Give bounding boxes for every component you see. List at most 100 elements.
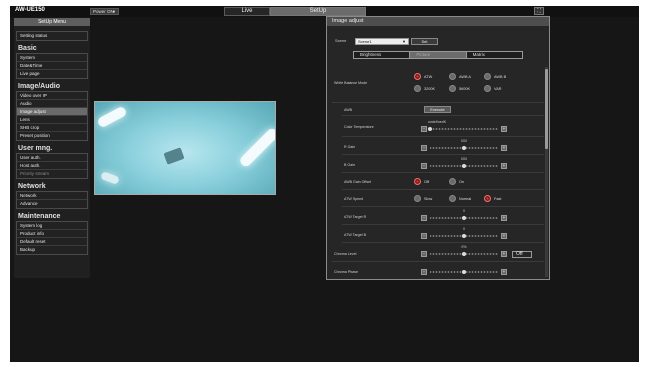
slider-knob[interactable] — [462, 252, 466, 256]
plus-icon[interactable]: + — [501, 215, 507, 221]
minus-icon[interactable]: - — [421, 233, 427, 239]
slider-knob[interactable] — [462, 234, 466, 238]
sidebar-item-preset-position[interactable]: Preset position — [17, 132, 87, 140]
atw-target-b-slider[interactable]: - 0 + — [421, 227, 509, 240]
chroma-level-slider[interactable]: - 0% + Off — [421, 245, 532, 258]
minus-icon[interactable]: - — [421, 126, 427, 132]
atw-speed-radio-normal[interactable]: Normal — [449, 195, 478, 202]
plus-icon[interactable]: + — [501, 251, 507, 257]
atw-target-r-slider[interactable]: - 0 + — [421, 209, 509, 222]
wb-radio-atw[interactable]: ATW — [414, 73, 443, 80]
sidebar-item-shb-crop[interactable]: SHB crop — [17, 124, 87, 132]
plus-icon[interactable]: + — [501, 163, 507, 169]
slider-knob[interactable] — [428, 127, 432, 131]
sidebar-item-default-reset[interactable]: Default reset — [17, 238, 87, 246]
white-balance-mode-label: White Balance Mode — [334, 81, 368, 85]
color-temperature-value: undefinedK — [427, 120, 447, 124]
sidebar-item-network[interactable]: Network — [17, 192, 87, 200]
slider-track[interactable] — [430, 252, 498, 256]
slider-track[interactable] — [430, 164, 498, 168]
slider-knob[interactable] — [462, 164, 466, 168]
sidebar-item-user-auth[interactable]: User auth. — [17, 154, 87, 162]
color-temperature-slider[interactable]: - undefinedK + — [421, 120, 509, 133]
wb-radio-3200k[interactable]: 3200K — [414, 85, 443, 92]
r-gain-slider[interactable]: - 000 + — [421, 139, 509, 152]
menu-group-basic: System Date&Time Live page — [16, 53, 88, 79]
sidebar-item-system[interactable]: System — [17, 54, 87, 62]
minus-icon[interactable]: - — [421, 269, 427, 275]
slider-knob[interactable] — [462, 146, 466, 150]
tab-picture[interactable]: Picture — [410, 52, 467, 58]
awb-offset-radio-on[interactable]: On — [449, 178, 478, 185]
sidebar-item-priority-stream[interactable]: Priority stream — [17, 170, 87, 178]
chroma-phase-slider[interactable]: - + — [421, 269, 509, 276]
sidebar-item-image-adjust[interactable]: Image adjust — [17, 108, 87, 116]
sidebar-item-audio[interactable]: Audio — [17, 100, 87, 108]
plus-icon[interactable]: + — [501, 269, 507, 275]
scrollbar-thumb[interactable] — [545, 69, 548, 149]
image-adjust-panel: Image adjust Scene Scene1 ▼ Set Brightne… — [326, 16, 550, 280]
slider-knob[interactable] — [462, 270, 466, 274]
awb-execute-button[interactable]: Execute — [424, 106, 451, 113]
scene-set-button[interactable]: Set — [411, 38, 438, 45]
sidebar-item-advance[interactable]: Advance — [17, 200, 87, 208]
wb-radio-5600k[interactable]: 5600K — [449, 85, 478, 92]
sidebar-item-lens[interactable]: Lens — [17, 116, 87, 124]
scene-select[interactable]: Scene1 ▼ — [355, 38, 409, 45]
setting-status-group: Setting status — [16, 31, 88, 41]
r-gain-row: R Gain - 000 + — [342, 137, 544, 155]
sidebar-item-host-auth[interactable]: Host auth. — [17, 162, 87, 170]
sidebar-item-video-over-ip[interactable]: Video over IP — [17, 92, 87, 100]
power-select-label: Power ON — [93, 9, 114, 14]
plus-icon[interactable]: + — [501, 233, 507, 239]
menu-group-user-mng: User auth. Host auth. Priority stream — [16, 153, 88, 179]
panel-scrollbar[interactable] — [545, 67, 548, 277]
slider-track[interactable] — [430, 146, 498, 150]
sidebar-item-system-log[interactable]: System log — [17, 222, 87, 230]
atw-speed-options: Slow Normal Fast — [414, 195, 534, 202]
tab-brightness[interactable]: Brightness — [354, 52, 411, 58]
plus-icon[interactable]: + — [501, 126, 507, 132]
slider-track[interactable] — [428, 127, 498, 131]
b-gain-slider[interactable]: - 000 + — [421, 157, 509, 170]
atw-target-b-value: 0 — [463, 227, 465, 231]
wb-radio-awb-b[interactable]: AWB B — [484, 73, 513, 80]
menu-group-network: Network Advance — [16, 191, 88, 209]
b-gain-row: B Gain - 000 + — [342, 155, 544, 173]
scene-select-value: Scene1 — [358, 39, 372, 44]
wb-radio-atw-label: ATW — [424, 74, 433, 79]
minus-icon[interactable]: - — [421, 145, 427, 151]
minus-icon[interactable]: - — [421, 163, 427, 169]
sidebar-item-setting-status[interactable]: Setting status — [17, 32, 87, 40]
section-title-image-audio: Image/Audio — [18, 83, 61, 90]
minus-icon[interactable]: - — [421, 215, 427, 221]
atw-target-r-value: 0 — [463, 209, 465, 213]
awb-gain-offset-label: AWB Gain Offset — [344, 180, 372, 184]
tab-setup[interactable]: SetUp — [270, 7, 366, 16]
slider-track[interactable] — [430, 270, 498, 274]
awb-gain-offset-options: Off On — [414, 178, 524, 185]
white-balance-mode-row: White Balance Mode ATW AWB A AWB B 3200K… — [332, 67, 544, 103]
slider-knob[interactable] — [462, 216, 466, 220]
wb-radio-awb-b-label: AWB B — [494, 74, 507, 79]
awb-row: AWB Execute — [342, 103, 544, 116]
sidebar-item-product-info[interactable]: Product info — [17, 230, 87, 238]
plus-icon[interactable]: + — [501, 145, 507, 151]
slider-track[interactable] — [430, 216, 498, 220]
minus-icon[interactable]: - — [421, 251, 427, 257]
fullscreen-icon[interactable]: ⛶ — [534, 7, 544, 15]
setup-menu-sidebar: SetUp Menu Setting status Basic System D… — [14, 18, 90, 278]
sidebar-item-date-time[interactable]: Date&Time — [17, 62, 87, 70]
sidebar-item-live-page[interactable]: Live page — [17, 70, 87, 78]
slider-track[interactable] — [430, 234, 498, 238]
atw-speed-radio-slow[interactable]: Slow — [414, 195, 443, 202]
tab-live[interactable]: Live — [224, 7, 270, 16]
atw-speed-radio-fast[interactable]: Fast — [484, 195, 513, 202]
wb-radio-awb-a[interactable]: AWB A — [449, 73, 478, 80]
wb-radio-var[interactable]: VAR — [484, 85, 513, 92]
chroma-level-toggle[interactable]: Off — [512, 251, 532, 258]
sidebar-item-backup[interactable]: Backup — [17, 246, 87, 254]
awb-offset-radio-off[interactable]: Off — [414, 178, 443, 185]
tab-matrix[interactable]: Matrix — [467, 52, 522, 58]
power-select[interactable]: Power ON ▼ — [90, 8, 119, 15]
